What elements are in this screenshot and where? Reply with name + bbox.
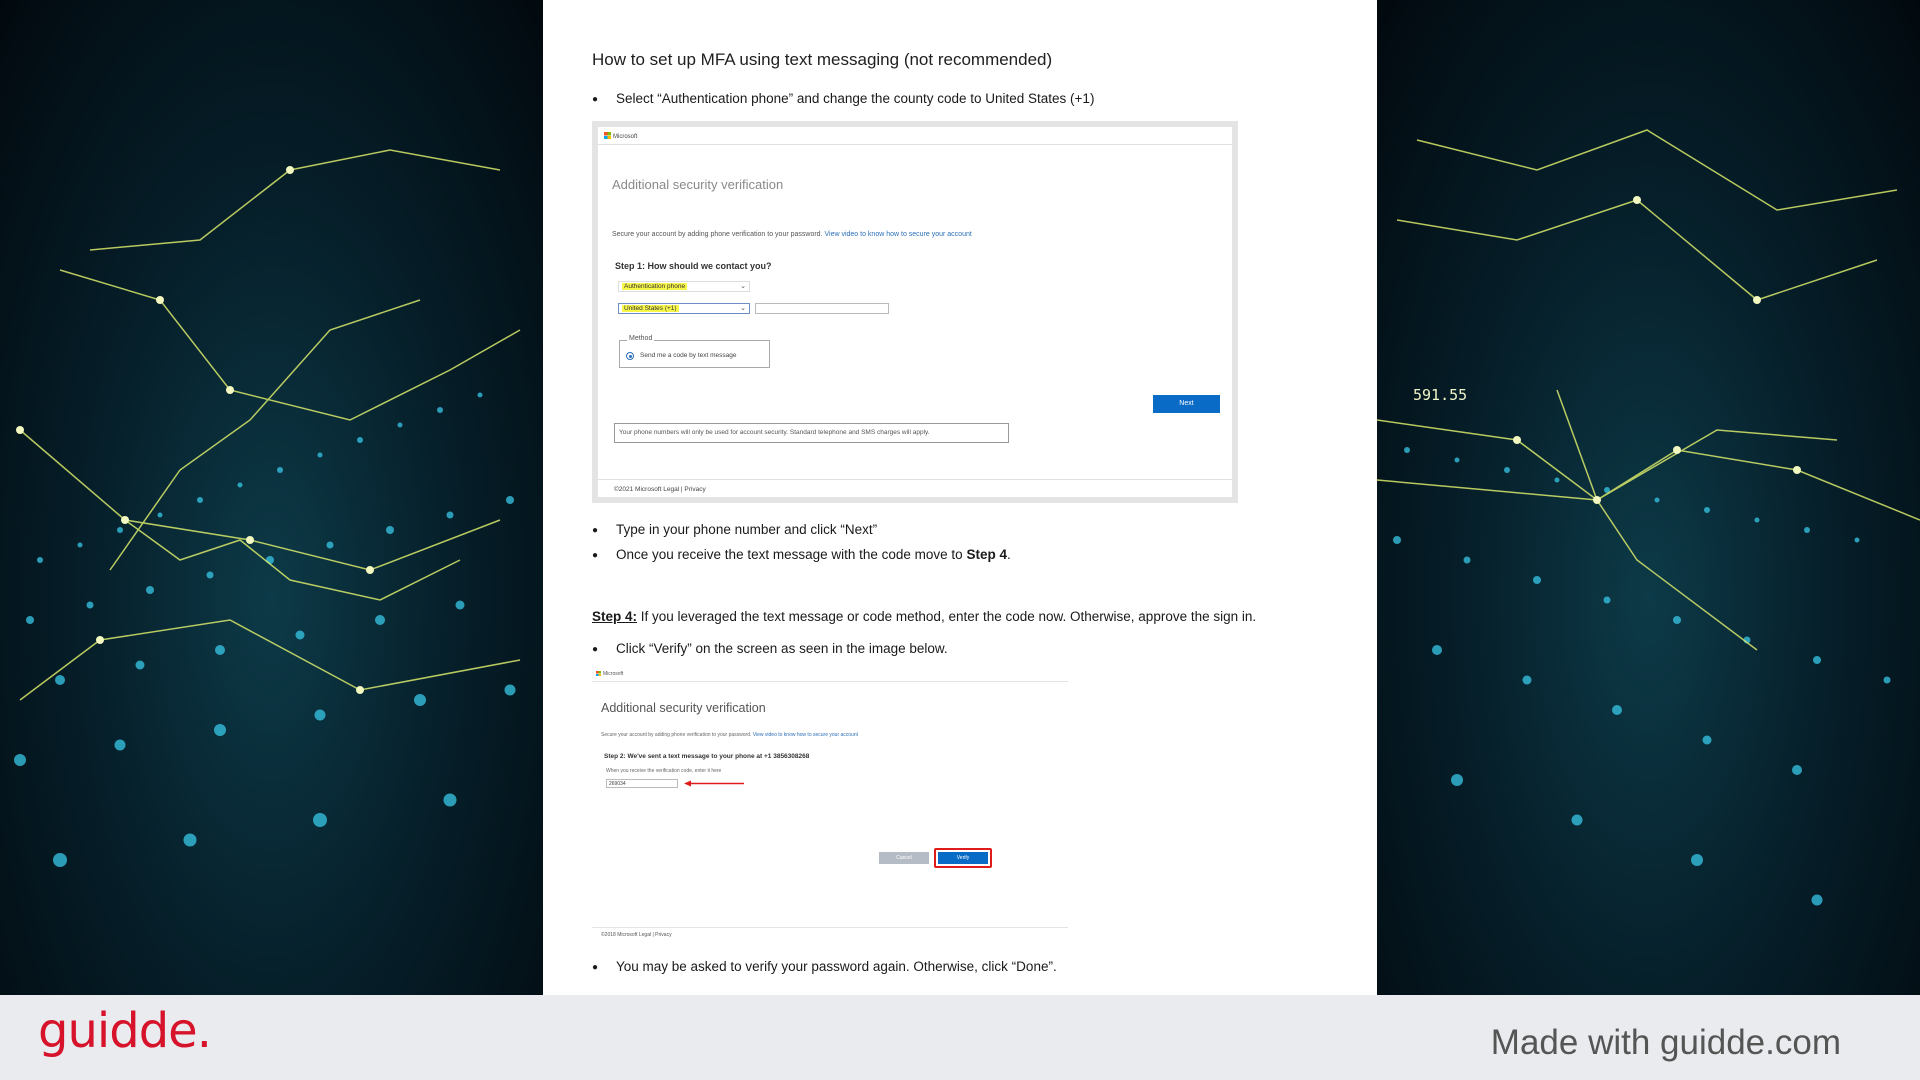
bullet-select-auth-phone: Select “Authentication phone” and change… [592,91,1094,108]
step4-label: Step 4: [592,609,638,624]
ms-header-bar: Microsoft [598,127,1232,145]
s2-step-heading: Step 2: We've sent a text message to you… [604,753,810,760]
s1-privacy-note: Your phone numbers will only be used for… [614,423,1009,443]
s1-step-heading: Step 1: How should we contact you? [615,261,772,271]
document-page: How to set up MFA using text messaging (… [543,0,1377,995]
s2-title: Additional security verification [601,701,766,715]
guidde-logo[interactable]: guidde. [38,1003,212,1059]
s2-intro-link[interactable]: View video to know how to secure your ac… [753,732,858,738]
background-readout: 591.55 [1413,386,1467,404]
background-right-network-image: 591.55 [1377,0,1920,995]
ms-header-bar: Microsoft [592,668,1068,682]
phone-number-input[interactable] [755,303,889,314]
step4-text: If you leveraged the text message or cod… [637,609,1257,624]
bullet-receive-code-text: Once you receive the text message with t… [616,547,967,562]
text-message-radio[interactable] [626,352,634,360]
screenshot-step2: Microsoft Additional security verificati… [592,668,1068,944]
ms-brand: Microsoft [613,134,638,140]
s1-intro: Secure your account by adding phone veri… [612,231,972,238]
bullet-type-phone: Type in your phone number and click “Nex… [592,522,877,539]
made-with-guidde-link[interactable]: Made with guidde.com [1491,1023,1841,1063]
microsoft-logo-icon [596,671,601,676]
contact-method-value: Authentication phone [622,283,688,290]
background-left-network-image [0,0,543,995]
doc-heading: How to set up MFA using text messaging (… [592,50,1053,69]
method-group: Method Send me a code by text message [619,335,770,368]
s2-intro: Secure your account by adding phone veri… [601,732,858,738]
screenshot-step1: Microsoft Additional security verificati… [592,121,1238,503]
network-graphic-right: 591.55 [1377,129,1920,906]
next-button[interactable]: Next [1153,395,1220,413]
s1-intro-text: Secure your account by adding phone veri… [612,231,825,238]
country-code-value: United States (+1) [622,305,679,312]
bullet-click-verify: Click “Verify” on the screen as seen in … [592,641,948,658]
cancel-button[interactable]: Cancel [879,852,929,864]
verification-code-input[interactable]: 269034 [606,779,678,788]
s1-intro-link[interactable]: View video to know how to secure your ac… [824,231,971,238]
step4-paragraph: Step 4: If you leveraged the text messag… [592,609,1256,624]
country-code-select[interactable]: United States (+1) ⌄ [618,303,750,314]
ms-brand: Microsoft [603,671,624,677]
red-arrow-icon [684,780,744,787]
method-legend: Method [627,335,655,342]
verify-button-highlight: Verify [934,848,992,868]
contact-method-select[interactable]: Authentication phone ⌄ [618,281,750,292]
s1-footer: ©2021 Microsoft Legal | Privacy [598,479,1232,499]
text-message-radio-label: Send me a code by text message [640,352,737,359]
bullet-receive-code: Once you receive the text message with t… [592,547,1011,564]
bullet-verify-password: You may be asked to verify your password… [592,959,1057,976]
s2-intro-text: Secure your account by adding phone veri… [601,732,753,738]
bullet-receive-code-end: . [1006,547,1011,562]
chevron-down-icon: ⌄ [740,283,746,290]
s2-footer: ©2018 Microsoft Legal | Privacy [592,927,1068,942]
verify-button[interactable]: Verify [938,852,988,864]
s2-code-hint: When you receive the verification code, … [606,768,722,774]
microsoft-logo-icon [604,132,611,139]
bottom-bar: guidde. Made with guidde.com [0,995,1920,1080]
chevron-down-icon: ⌄ [740,305,746,312]
bullet-receive-code-step: Step 4 [966,547,1007,562]
network-graphic-left [14,149,521,867]
s1-title: Additional security verification [612,177,784,192]
